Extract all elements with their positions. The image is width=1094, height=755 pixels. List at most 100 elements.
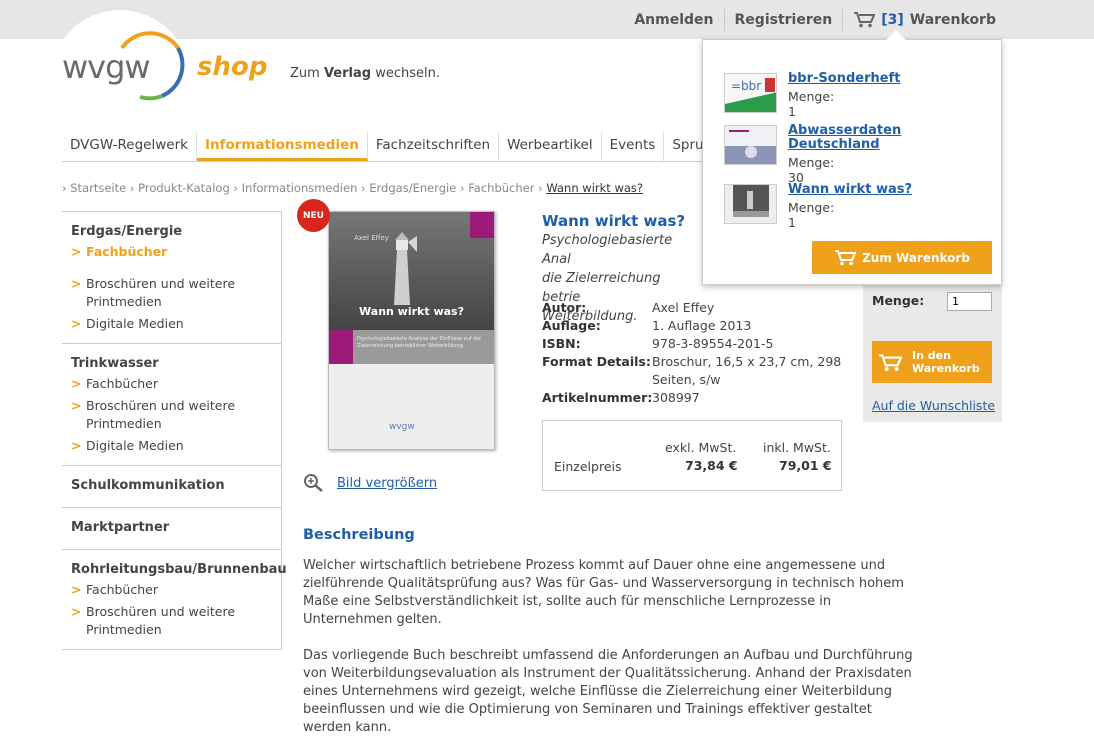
breadcrumb-startseite[interactable]: › Startseite (62, 181, 126, 195)
sidebar-section-schulkommunikation: Schulkommunikation (62, 466, 281, 508)
cover-accent (470, 212, 494, 238)
wishlist-link[interactable]: Auf die Wunschliste (872, 398, 995, 413)
price-box: exkl. MwSt. inkl. MwSt. Einzelpreis 73,8… (542, 420, 842, 491)
zoom-image-link[interactable]: Bild vergrößern (303, 473, 437, 493)
cart-item-thumbnail[interactable]: =bbr (724, 73, 777, 113)
register-link[interactable]: Registrieren (725, 8, 844, 31)
description-heading: Beschreibung (303, 527, 415, 543)
breadcrumb-katalog[interactable]: › Produkt-Katalog (130, 181, 230, 195)
quantity-label: Menge: (872, 293, 925, 308)
new-badge: NEU (297, 199, 330, 232)
spec-label: Format Details: (542, 354, 651, 369)
buy-box: Menge: In den Warenkorb Auf die Wunschli… (863, 280, 1002, 422)
spec-row: Auflage: 1. Auflage 2013 (542, 317, 842, 335)
spec-row: Autor: Axel Effey (542, 299, 842, 317)
bbr-thumbnail-graphic: =bbr (725, 74, 776, 112)
nav-item-events[interactable]: Events (602, 132, 665, 161)
sidebar-heading[interactable]: Schulkommunikation (71, 478, 281, 493)
cart-item-name[interactable]: bbr-Sonderheft (788, 72, 928, 86)
sidebar-item-fachbuecher[interactable]: > Fachbücher (71, 581, 281, 599)
cart-item-thumbnail[interactable] (724, 125, 777, 165)
sidebar-item-label: Digitale Medien (86, 438, 184, 453)
sidebar-heading[interactable]: Trinkwasser (71, 356, 281, 371)
breadcrumb-current[interactable]: Wann wirkt was? (546, 181, 643, 195)
verlag-bold: Verlag (323, 66, 372, 81)
spec-value: Axel Effey (652, 300, 715, 315)
sidebar-section-marktpartner: Marktpartner (62, 508, 281, 550)
description-paragraph: Das vorliegende Buch beschreibt umfassen… (303, 648, 913, 735)
spec-label: ISBN: (542, 336, 581, 351)
cart-item-name[interactable]: Wann wirkt was? (788, 183, 928, 197)
price-excl: 73,84 € (685, 458, 738, 473)
cart-item-name[interactable]: Abwasserdaten Deutschland (788, 124, 928, 152)
sidebar-item-label: Fachbücher (86, 376, 158, 391)
spec-label: Autor: (542, 300, 587, 315)
spec-value: 308997 (652, 390, 700, 405)
cover-logo: wvgw (389, 422, 415, 432)
cart-icon (879, 353, 902, 371)
cart-icon (835, 250, 857, 266)
arrow-icon: > (71, 582, 82, 597)
nav-item-dvgw-regelwerk[interactable]: DVGW-Regelwerk (62, 132, 197, 161)
spec-value: 1. Auflage 2013 (652, 318, 752, 333)
go-to-cart-button[interactable]: Zum Warenkorb (812, 241, 992, 274)
spec-value: Broschur, 16,5 x 23,7 cm, 298 Seiten, s/… (652, 354, 842, 387)
verlag-prefix: Zum (290, 66, 320, 81)
cart-item-thumbnail[interactable] (724, 184, 777, 224)
cover-accent (329, 330, 353, 364)
abwasser-thumbnail-graphic (725, 126, 776, 164)
sidebar-item-broschueren[interactable]: > Broschüren und weitere Printmedien (71, 603, 281, 639)
sidebar-item-digitale-medien[interactable]: > Digitale Medien (71, 315, 281, 333)
sidebar-item-fachbuecher[interactable]: > Fachbücher (71, 375, 281, 393)
arrow-icon: > (71, 438, 82, 453)
verlag-switch-link[interactable]: Zum Verlag wechseln. (290, 66, 440, 81)
cover-author: Axel Effey (354, 234, 389, 242)
sidebar-item-label: Fachbücher (86, 582, 158, 597)
sidebar-item-label: Broschüren und weitere Printmedien (86, 604, 236, 637)
arrow-icon: > (71, 604, 82, 619)
main-nav: DVGW-Regelwerk Informationsmedien Fachze… (62, 132, 734, 162)
product-cover-image[interactable]: Axel Effey Wann wirkt was? Psychologieba… (328, 211, 495, 450)
description-paragraph: Welcher wirtschaftlich betriebene Prozes… (303, 558, 904, 627)
wann-wirkt-was-thumbnail-graphic (725, 185, 776, 223)
description-text: Welcher wirtschaftlich betriebene Prozes… (303, 557, 923, 755)
sidebar-item-digitale-medien[interactable]: > Digitale Medien (71, 437, 281, 455)
sidebar-item-fachbuecher[interactable]: > Fachbücher (71, 243, 281, 261)
spec-label: Artikelnummer: (542, 390, 653, 405)
svg-text:=bbr: =bbr (731, 79, 761, 93)
sidebar-heading[interactable]: Erdgas/Energie (71, 224, 281, 239)
nav-item-werbeartikel[interactable]: Werbeartikel (499, 132, 602, 161)
nav-item-fachzeitschriften[interactable]: Fachzeitschriften (368, 132, 500, 161)
cart-label: Warenkorb (909, 11, 996, 28)
breadcrumb-informationsmedien[interactable]: › Informationsmedien (233, 181, 357, 195)
nav-item-informationsmedien[interactable]: Informationsmedien (196, 132, 368, 161)
sidebar-item-label: Broschüren und weitere Printmedien (86, 398, 236, 431)
arrow-icon: > (71, 276, 82, 291)
sidebar-item-broschueren[interactable]: > Broschüren und weitere Printmedien (71, 275, 281, 311)
login-link[interactable]: Anmelden (624, 8, 725, 31)
cart-icon (854, 12, 876, 28)
sidebar-item-label: Digitale Medien (86, 316, 184, 331)
logo-brand[interactable]: wvgw (62, 48, 151, 86)
cart-item-qty: Menge: 30 (788, 155, 835, 185)
magnifier-icon (304, 474, 323, 492)
cart-link[interactable]: [3] Warenkorb (843, 9, 996, 31)
sidebar-heading[interactable]: Marktpartner (71, 520, 281, 535)
quantity-input[interactable] (947, 292, 992, 311)
price-incl: 79,01 € (779, 458, 832, 473)
add-to-cart-button[interactable]: In den Warenkorb (872, 341, 992, 383)
price-excl-header: exkl. MwSt. (665, 440, 737, 455)
spec-row: Artikelnummer: 308997 (542, 389, 842, 407)
sidebar-item-broschueren[interactable]: > Broschüren und weitere Printmedien (71, 397, 281, 433)
category-sidebar: Erdgas/Energie > Fachbücher > Broschüren u… (62, 211, 287, 650)
go-to-cart-label: Zum Warenkorb (862, 250, 970, 265)
breadcrumb-erdgas[interactable]: › Erdgas/Energie (361, 181, 456, 195)
sidebar-section-trinkwasser: Trinkwasser > Fachbücher > Broschüren und … (62, 344, 281, 466)
verlag-suffix: wechseln. (375, 66, 440, 81)
logo-shop[interactable]: shop (197, 52, 267, 82)
cover-title: Wann wirkt was? (359, 305, 464, 318)
spec-label: Auflage: (542, 318, 601, 333)
cart-item-qty: Menge: 1 (788, 200, 835, 230)
sidebar-heading[interactable]: Rohrleitungsbau/Brunnenbau (71, 562, 287, 577)
breadcrumb-fachbuecher[interactable]: › Fachbücher (460, 181, 534, 195)
